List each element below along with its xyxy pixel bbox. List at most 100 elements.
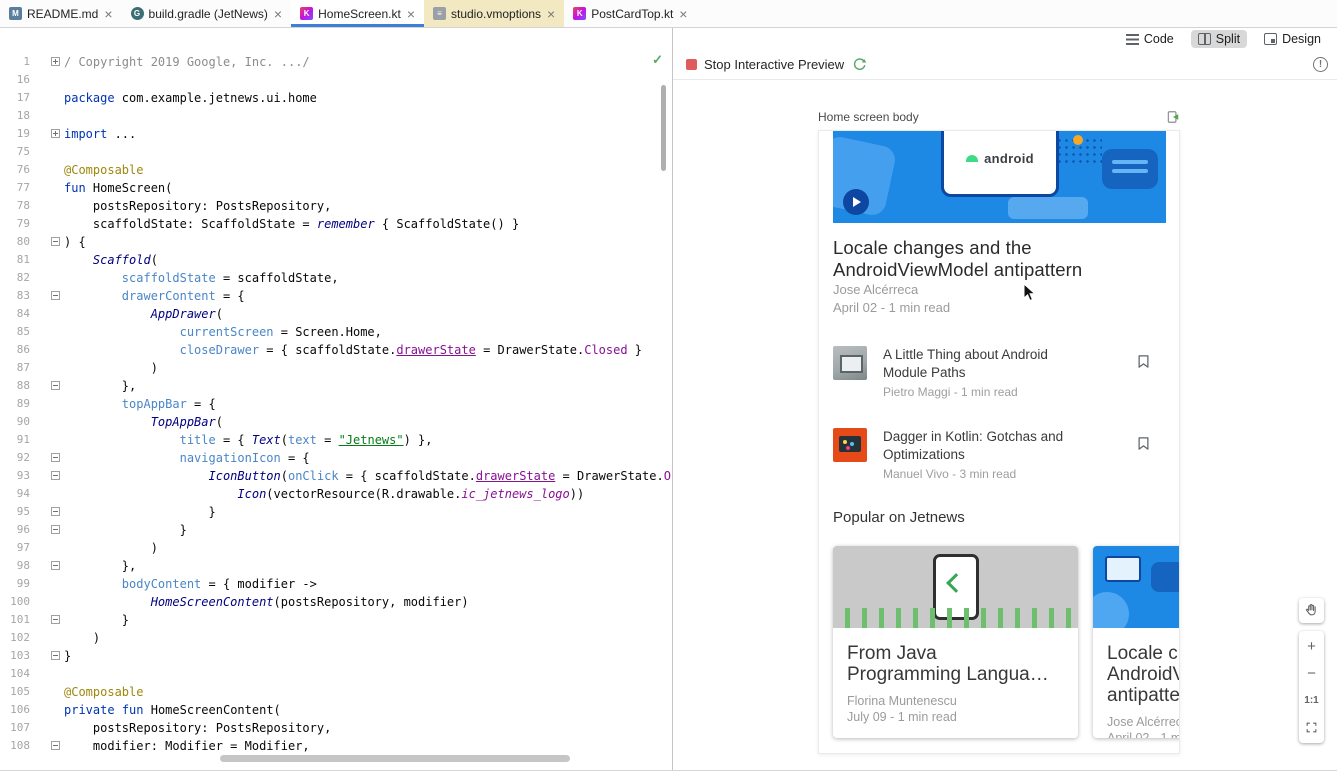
code-line[interactable]: 90 TopAppBar( [0,413,672,431]
line-number[interactable]: 79 [0,215,30,233]
code-line[interactable]: 83 drawerContent = { [0,287,672,305]
editor-horizontal-scrollbar[interactable] [220,755,570,762]
view-mode-code[interactable]: Code [1119,30,1181,48]
line-number[interactable]: 77 [0,179,30,197]
line-number[interactable]: 16 [0,71,30,89]
tab-homescreen-kt[interactable]: HomeScreen.kt× [291,0,424,27]
stop-interactive-preview-button[interactable]: Stop Interactive Preview [686,57,844,72]
code-line[interactable]: 82 scaffoldState = scaffoldState, [0,269,672,287]
code-editor[interactable]: 1/ Copyright 2019 Google, Inc. .../1617p… [0,28,672,770]
fold-marker-icon[interactable] [51,291,60,300]
code-line[interactable]: 18 [0,107,672,125]
line-number[interactable]: 99 [0,575,30,593]
close-icon[interactable]: × [274,7,282,21]
code-line[interactable]: 76@Composable [0,161,672,179]
code-line[interactable]: 16 [0,71,672,89]
code-line[interactable]: 86 closeDrawer = { scaffoldState.drawerS… [0,341,672,359]
line-number[interactable]: 98 [0,557,30,575]
line-number[interactable]: 78 [0,197,30,215]
line-number[interactable]: 81 [0,251,30,269]
fold-marker-icon[interactable] [51,57,60,66]
issues-panel-icon[interactable]: ! [1313,57,1328,72]
line-number[interactable]: 104 [0,665,30,683]
line-number[interactable]: 103 [0,647,30,665]
code-line[interactable]: 106private fun HomeScreenContent( [0,701,672,719]
editor-vertical-scrollbar[interactable] [661,85,666,171]
code-line[interactable]: 104 [0,665,672,683]
code-line[interactable]: 17package com.example.jetnews.ui.home [0,89,672,107]
line-number[interactable]: 97 [0,539,30,557]
fold-marker-icon[interactable] [51,561,60,570]
line-number[interactable]: 85 [0,323,30,341]
code-line[interactable]: 79 scaffoldState: ScaffoldState = rememb… [0,215,672,233]
code-line[interactable]: 108 modifier: Modifier = Modifier, [0,737,672,755]
code-line[interactable]: 75 [0,143,672,161]
code-line[interactable]: 92 navigationIcon = { [0,449,672,467]
tab-readme-md[interactable]: README.md× [0,0,122,27]
line-number[interactable]: 88 [0,377,30,395]
code-line[interactable]: 89 topAppBar = { [0,395,672,413]
code-area[interactable]: 1/ Copyright 2019 Google, Inc. .../1617p… [0,28,672,755]
article-list-item[interactable]: A Little Thing about Android Module Path… [833,346,1165,428]
hero-article-image[interactable]: android [833,131,1166,223]
fold-marker-icon[interactable] [51,741,60,750]
popular-card[interactable]: From Java Programming Langua… Florina Mu… [833,546,1078,738]
fold-marker-icon[interactable] [51,471,60,480]
code-line[interactable]: 94 Icon(vectorResource(R.drawable.ic_jet… [0,485,672,503]
line-number[interactable]: 108 [0,737,30,755]
line-number[interactable]: 82 [0,269,30,287]
deploy-preview-icon[interactable] [1166,110,1180,124]
fold-marker-icon[interactable] [51,453,60,462]
line-number[interactable]: 86 [0,341,30,359]
line-number[interactable]: 100 [0,593,30,611]
fold-marker-icon[interactable] [51,381,60,390]
close-icon[interactable]: × [104,7,112,21]
code-line[interactable]: 87 ) [0,359,672,377]
line-number[interactable]: 19 [0,125,30,143]
line-number[interactable]: 96 [0,521,30,539]
preview-canvas[interactable]: Home screen body [673,80,1337,770]
line-number[interactable]: 1 [0,53,30,71]
code-line[interactable]: 107 postsRepository: PostsRepository, [0,719,672,737]
view-mode-split[interactable]: Split [1191,30,1247,48]
line-number[interactable]: 17 [0,89,30,107]
line-number[interactable]: 80 [0,233,30,251]
code-line[interactable]: 88 }, [0,377,672,395]
popular-card[interactable]: Locale changes and the AndroidViewModel … [1093,546,1180,738]
line-number[interactable]: 92 [0,449,30,467]
line-number[interactable]: 95 [0,503,30,521]
tab-postcardtop-kt[interactable]: PostCardTop.kt× [564,0,696,27]
code-line[interactable]: 100 HomeScreenContent(postsRepository, m… [0,593,672,611]
line-number[interactable]: 91 [0,431,30,449]
code-line[interactable]: 81 Scaffold( [0,251,672,269]
bookmark-icon[interactable] [1136,434,1151,453]
design-surface[interactable]: android Locale changes and the AndroidVi… [818,130,1180,754]
code-line[interactable]: 101 } [0,611,672,629]
line-number[interactable]: 101 [0,611,30,629]
line-number[interactable]: 89 [0,395,30,413]
code-line[interactable]: 95 } [0,503,672,521]
zoom-out-button[interactable]: − [1299,660,1324,687]
hero-article-title[interactable]: Locale changes and the AndroidViewModel … [833,237,1133,281]
article-list-item[interactable]: Dagger in Kotlin: Gotchas and Optimizati… [833,428,1165,510]
bookmark-icon[interactable] [1136,352,1151,371]
code-line[interactable]: 102 ) [0,629,672,647]
tab-build-gradle-jetnews[interactable]: build.gradle (JetNews)× [122,0,292,27]
code-line[interactable]: 85 currentScreen = Screen.Home, [0,323,672,341]
fold-marker-icon[interactable] [51,615,60,624]
tab-studio-vmoptions[interactable]: studio.vmoptions× [424,0,564,27]
zoom-to-fit-button[interactable] [1299,714,1324,741]
fold-marker-icon[interactable] [51,129,60,138]
line-number[interactable]: 83 [0,287,30,305]
code-line[interactable]: 97 ) [0,539,672,557]
code-line[interactable]: 103} [0,647,672,665]
line-number[interactable]: 90 [0,413,30,431]
line-number[interactable]: 76 [0,161,30,179]
view-mode-design[interactable]: Design [1257,30,1328,48]
code-line[interactable]: 84 AppDrawer( [0,305,672,323]
code-line[interactable]: 105@Composable [0,683,672,701]
code-line[interactable]: 99 bodyContent = { modifier -> [0,575,672,593]
close-icon[interactable]: × [547,7,555,21]
inspections-ok-icon[interactable]: ✓ [652,52,663,68]
fold-marker-icon[interactable] [51,237,60,246]
